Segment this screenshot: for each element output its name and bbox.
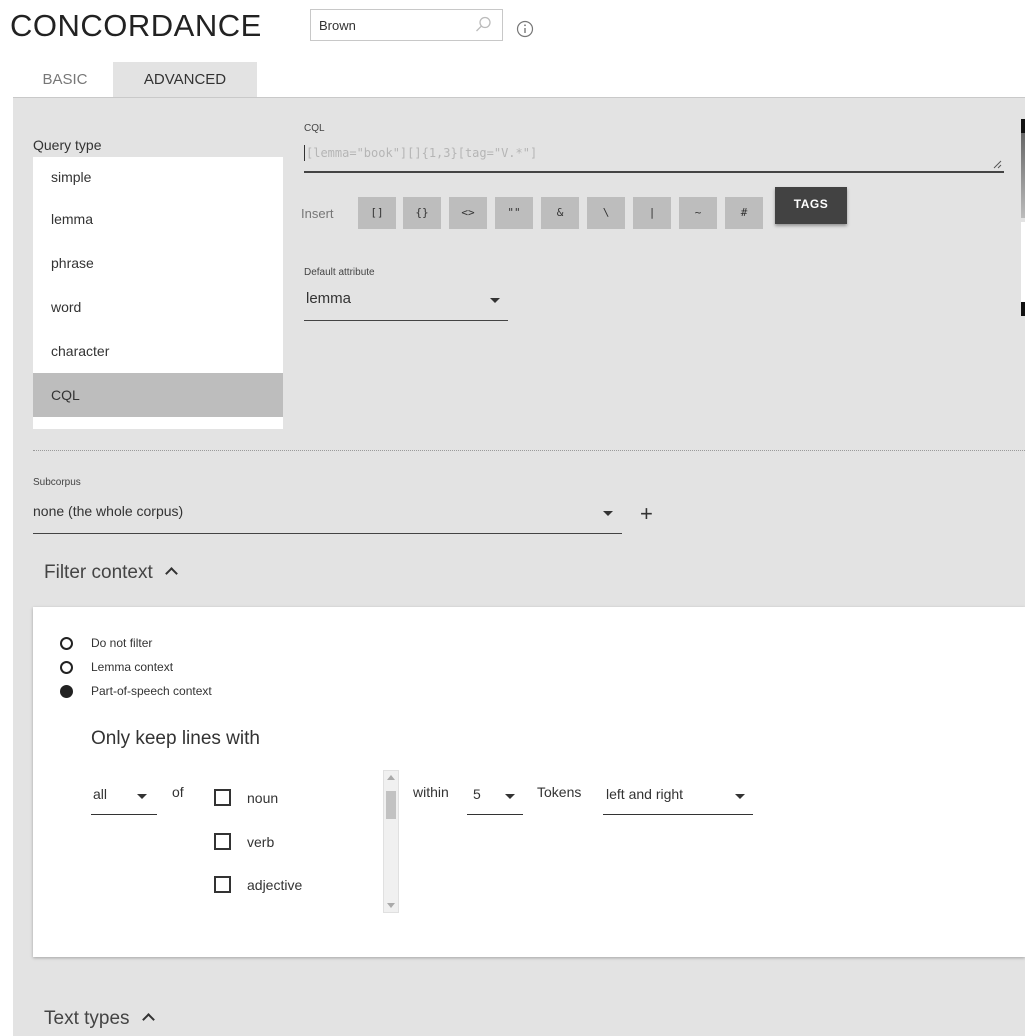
insert-ampersand-button[interactable]: &	[541, 197, 579, 229]
within-label: within	[413, 784, 449, 800]
app-title: CONCORDANCE	[10, 8, 262, 43]
dropdown-arrow-icon	[735, 794, 745, 799]
scroll-up-icon[interactable]	[387, 775, 395, 780]
resize-handle-icon[interactable]	[992, 159, 1002, 169]
dropdown-arrow-icon	[505, 794, 515, 799]
corpus-value: Brown	[319, 18, 356, 33]
filter-context-toggle[interactable]: Filter context	[44, 562, 178, 584]
subcorpus-label: Subcorpus	[33, 477, 81, 488]
default-attribute-label: Default attribute	[304, 267, 375, 278]
edge-fragment	[1021, 133, 1025, 218]
insert-hash-button[interactable]: #	[725, 197, 763, 229]
checkbox-icon	[214, 876, 231, 893]
radio-label: Lemma context	[91, 660, 174, 674]
insert-brackets-button[interactable]: []	[358, 197, 396, 229]
of-label: of	[172, 784, 184, 800]
cql-placeholder: [lemma="book"][]{1,3}[tag="V.*"]	[306, 146, 538, 160]
dropdown-arrow-icon	[137, 794, 147, 799]
insert-angles-button[interactable]: <>	[449, 197, 487, 229]
edge-fragment	[1021, 302, 1025, 316]
dropdown-arrow-icon	[603, 511, 613, 516]
query-type-simple[interactable]: simple	[33, 149, 283, 197]
cql-textarea[interactable]: [lemma="book"][]{1,3}[tag="V.*"]	[304, 140, 1004, 173]
query-type-word[interactable]: word	[33, 285, 283, 329]
info-icon[interactable]	[516, 20, 534, 38]
add-subcorpus-button[interactable]: +	[640, 501, 653, 527]
scroll-thumb[interactable]	[386, 791, 396, 819]
insert-braces-button[interactable]: {}	[403, 197, 441, 229]
filter-context-card	[33, 607, 1025, 957]
search-icon[interactable]	[475, 16, 492, 33]
window-size-value: 5	[473, 786, 481, 802]
insert-label: Insert	[301, 206, 334, 221]
text-types-title: Text types	[44, 1008, 130, 1029]
quantifier-value: all	[93, 786, 108, 802]
edge-fragment	[1021, 119, 1025, 133]
dropdown-arrow-icon	[490, 298, 500, 303]
query-type-cql[interactable]: CQL	[33, 373, 283, 417]
direction-select[interactable]: left and right	[603, 782, 753, 815]
corpus-search-input[interactable]: Brown	[310, 9, 503, 41]
query-type-list: simple lemma phrase word character CQL	[33, 157, 283, 429]
tags-button[interactable]: TAGS	[775, 187, 847, 224]
tokens-label: Tokens	[537, 784, 582, 800]
subcorpus-value: none (the whole corpus)	[33, 503, 184, 519]
default-attribute-select[interactable]: lemma	[304, 285, 508, 321]
insert-quotes-button[interactable]: ""	[495, 197, 533, 229]
checkbox-label: noun	[247, 790, 279, 806]
radio-icon	[60, 661, 73, 674]
query-type-lemma[interactable]: lemma	[33, 197, 283, 241]
query-type-phrase[interactable]: phrase	[33, 241, 283, 285]
radio-selected-icon	[60, 685, 73, 698]
checkbox-label: verb	[247, 834, 275, 850]
subcorpus-select[interactable]: none (the whole corpus)	[33, 496, 622, 534]
insert-backslash-button[interactable]: \	[587, 197, 625, 229]
only-keep-label: Only keep lines with	[91, 728, 260, 749]
radio-label: Do not filter	[91, 636, 153, 650]
insert-tilde-button[interactable]: ~	[679, 197, 717, 229]
cql-label: CQL	[304, 123, 325, 134]
edge-fragment	[1021, 222, 1025, 302]
scroll-down-icon[interactable]	[387, 903, 395, 908]
radio-label: Part-of-speech context	[91, 684, 212, 698]
window-size-select[interactable]: 5	[467, 782, 523, 815]
chevron-up-icon	[164, 567, 178, 580]
default-attribute-value: lemma	[306, 290, 352, 307]
chevron-up-icon	[141, 1013, 155, 1026]
checkbox-icon	[214, 789, 231, 806]
text-caret	[304, 145, 305, 161]
text-types-toggle[interactable]: Text types	[44, 1008, 155, 1030]
pos-list-scrollbar[interactable]	[383, 770, 399, 913]
checkbox-label: adjective	[247, 877, 303, 893]
query-type-character[interactable]: character	[33, 329, 283, 373]
tab-advanced[interactable]: ADVANCED	[113, 62, 257, 98]
direction-value: left and right	[606, 786, 684, 802]
divider	[33, 450, 1025, 451]
radio-icon	[60, 637, 73, 650]
insert-pipe-button[interactable]: |	[633, 197, 671, 229]
tab-basic[interactable]: BASIC	[22, 62, 108, 98]
checkbox-icon	[214, 833, 231, 850]
filter-context-title: Filter context	[44, 562, 153, 583]
quantifier-select[interactable]: all	[91, 782, 157, 815]
